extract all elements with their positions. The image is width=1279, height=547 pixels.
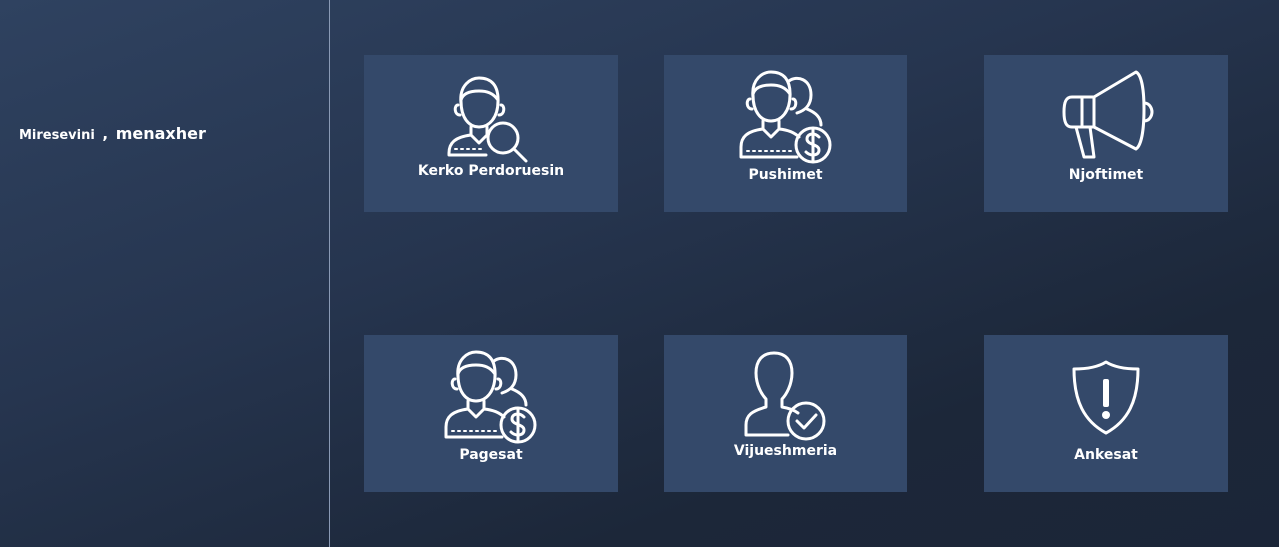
welcome-username: menaxher (115, 124, 206, 143)
users-dollar-icon (739, 70, 831, 164)
tile-kerko-perdoruesin[interactable]: Kerko Perdoruesin (364, 55, 618, 212)
tile-label: Kerko Perdoruesin (417, 163, 565, 179)
welcome-separator: , (102, 125, 109, 143)
user-search-icon (447, 76, 528, 163)
tile-label: Vijueshmeria (733, 443, 838, 459)
shield-alert-icon (1072, 360, 1140, 435)
tile-vijueshmeria[interactable]: Vijueshmeria (664, 335, 907, 492)
welcome-greeting: Miresevini (19, 128, 95, 143)
tile-label: Njoftimet (1068, 167, 1144, 183)
sidebar: Miresevini , menaxher (0, 0, 330, 547)
tile-njoftimet[interactable]: Njoftimet (984, 55, 1228, 212)
tile-ankesat[interactable]: Ankesat (984, 335, 1228, 492)
tile-label: Pagesat (459, 447, 523, 463)
megaphone-icon (1062, 70, 1154, 159)
tile-pushimet[interactable]: Pushimet (664, 55, 907, 212)
tile-pagesat[interactable]: Pagesat (364, 335, 618, 492)
user-check-icon (744, 351, 825, 441)
welcome-message: Miresevini , menaxher (19, 124, 206, 143)
users-dollar-icon (444, 350, 537, 444)
tile-label: Ankesat (1074, 447, 1138, 463)
tile-label: Pushimet (748, 167, 823, 183)
